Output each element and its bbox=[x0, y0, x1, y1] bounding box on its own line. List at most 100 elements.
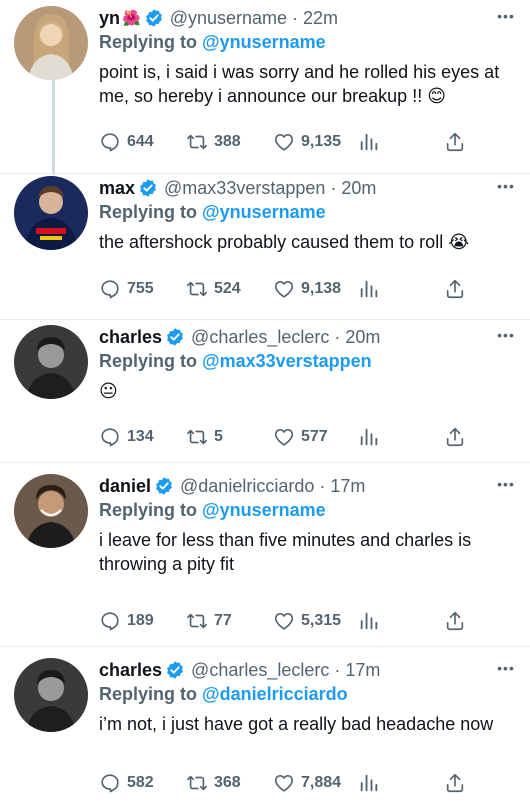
retweet-button[interactable]: 388 bbox=[186, 131, 241, 153]
retweet-icon bbox=[187, 281, 207, 297]
timestamp[interactable]: 20m bbox=[345, 327, 380, 348]
avatar[interactable] bbox=[14, 325, 88, 399]
handle[interactable]: @danielricciardo bbox=[180, 476, 314, 497]
replying-prefix: Replying to bbox=[99, 684, 197, 704]
like-count: 577 bbox=[301, 428, 328, 445]
mention-link[interactable]: @ynusername bbox=[202, 32, 326, 52]
more-icon[interactable]: ••• bbox=[496, 660, 516, 676]
views-button[interactable] bbox=[358, 426, 386, 448]
retweet-icon bbox=[187, 429, 207, 445]
separator-dot: · bbox=[292, 7, 299, 28]
replying-to: Replying to @ynusername bbox=[99, 200, 516, 224]
timestamp[interactable]: 17m bbox=[345, 660, 380, 681]
share-icon bbox=[446, 611, 464, 631]
more-icon[interactable]: ••• bbox=[496, 8, 516, 24]
divider bbox=[0, 173, 530, 174]
mention-link[interactable]: @max33verstappen bbox=[202, 351, 372, 371]
views-button[interactable] bbox=[358, 278, 386, 300]
avatar[interactable] bbox=[14, 176, 88, 250]
avatar[interactable] bbox=[14, 658, 88, 732]
display-name[interactable]: yn bbox=[99, 8, 120, 29]
like-button[interactable]: 9,135 bbox=[273, 131, 341, 153]
handle[interactable]: @charles_leclerc bbox=[191, 327, 329, 348]
retweet-count: 524 bbox=[214, 280, 241, 297]
more-icon[interactable]: ••• bbox=[496, 476, 516, 492]
replying-to: Replying to @danielricciardo bbox=[99, 682, 516, 706]
reply-button[interactable]: 582 bbox=[99, 772, 154, 794]
tweet-text: the aftershock probably caused them to r… bbox=[99, 232, 470, 252]
tweet[interactable]: yn 🌺 @ynusername · 22m Replying to @ynus… bbox=[0, 6, 530, 171]
like-count: 9,138 bbox=[301, 280, 342, 297]
reply-button[interactable]: 134 bbox=[99, 426, 154, 448]
tweet-text: point is, i said i was sorry and he roll… bbox=[99, 62, 500, 106]
display-name[interactable]: max bbox=[99, 178, 135, 199]
verified-badge-icon bbox=[140, 179, 156, 197]
retweet-count: 77 bbox=[214, 612, 232, 629]
tweet[interactable]: daniel @danielricciardo · 17m Replying t… bbox=[0, 474, 530, 644]
like-button[interactable]: 577 bbox=[273, 426, 328, 448]
avatar[interactable] bbox=[14, 6, 88, 80]
avatar-image bbox=[14, 658, 88, 732]
reply-button[interactable]: 755 bbox=[99, 278, 154, 300]
replying-prefix: Replying to bbox=[99, 351, 197, 371]
retweet-button[interactable]: 5 bbox=[186, 426, 223, 448]
tweet-text: 😐 bbox=[99, 381, 118, 401]
like-icon bbox=[274, 134, 294, 151]
views-icon bbox=[360, 280, 378, 298]
timestamp[interactable]: 20m bbox=[341, 178, 376, 199]
reply-count: 755 bbox=[127, 280, 154, 297]
more-icon[interactable]: ••• bbox=[496, 178, 516, 194]
reply-button[interactable]: 189 bbox=[99, 610, 154, 632]
avatar[interactable] bbox=[14, 474, 88, 548]
reply-button[interactable]: 644 bbox=[99, 131, 154, 153]
divider bbox=[0, 646, 530, 647]
timestamp[interactable]: 22m bbox=[303, 8, 338, 29]
reply-icon bbox=[101, 280, 119, 299]
like-button[interactable]: 7,884 bbox=[273, 772, 341, 794]
tweet[interactable]: charles @charles_leclerc · 17m Replying … bbox=[0, 658, 530, 808]
views-button[interactable] bbox=[358, 131, 386, 153]
divider bbox=[0, 319, 530, 320]
retweet-icon bbox=[187, 613, 207, 629]
retweet-button[interactable]: 524 bbox=[186, 278, 241, 300]
share-button[interactable] bbox=[444, 278, 466, 300]
replying-prefix: Replying to bbox=[99, 32, 197, 52]
like-icon bbox=[274, 429, 294, 446]
retweet-button[interactable]: 368 bbox=[186, 772, 241, 794]
like-icon bbox=[274, 775, 294, 792]
share-button[interactable] bbox=[444, 610, 466, 632]
display-name[interactable]: charles bbox=[99, 660, 162, 681]
share-icon bbox=[446, 427, 464, 447]
avatar-image bbox=[14, 474, 88, 548]
like-button[interactable]: 9,138 bbox=[273, 278, 341, 300]
replying-to: Replying to @ynusername bbox=[99, 498, 516, 522]
share-button[interactable] bbox=[444, 772, 466, 794]
mention-link[interactable]: @ynusername bbox=[202, 500, 326, 520]
handle[interactable]: @ynusername bbox=[170, 8, 287, 29]
mention-link[interactable]: @danielricciardo bbox=[202, 684, 348, 704]
avatar-image bbox=[14, 176, 88, 250]
views-icon bbox=[360, 612, 378, 630]
tweet[interactable]: charles @charles_leclerc · 20m Replying … bbox=[0, 325, 530, 460]
reply-icon bbox=[101, 428, 119, 447]
like-button[interactable]: 5,315 bbox=[273, 610, 341, 632]
views-button[interactable] bbox=[358, 772, 386, 794]
tweet[interactable]: max @max33verstappen · 20m Replying to @… bbox=[0, 176, 530, 316]
share-button[interactable] bbox=[444, 131, 466, 153]
share-button[interactable] bbox=[444, 426, 466, 448]
mention-link[interactable]: @ynusername bbox=[202, 202, 326, 222]
handle[interactable]: @max33verstappen bbox=[164, 178, 325, 199]
reply-icon bbox=[101, 774, 119, 793]
views-button[interactable] bbox=[358, 610, 386, 632]
retweet-button[interactable]: 77 bbox=[186, 610, 232, 632]
name-emoji: 🌺 bbox=[122, 10, 141, 27]
retweet-icon bbox=[187, 775, 207, 791]
display-name[interactable]: daniel bbox=[99, 476, 151, 497]
handle[interactable]: @charles_leclerc bbox=[191, 660, 329, 681]
timestamp[interactable]: 17m bbox=[330, 476, 365, 497]
share-icon bbox=[446, 773, 464, 793]
more-icon[interactable]: ••• bbox=[496, 327, 516, 343]
like-icon bbox=[274, 281, 294, 298]
views-icon bbox=[360, 774, 378, 792]
display-name[interactable]: charles bbox=[99, 327, 162, 348]
